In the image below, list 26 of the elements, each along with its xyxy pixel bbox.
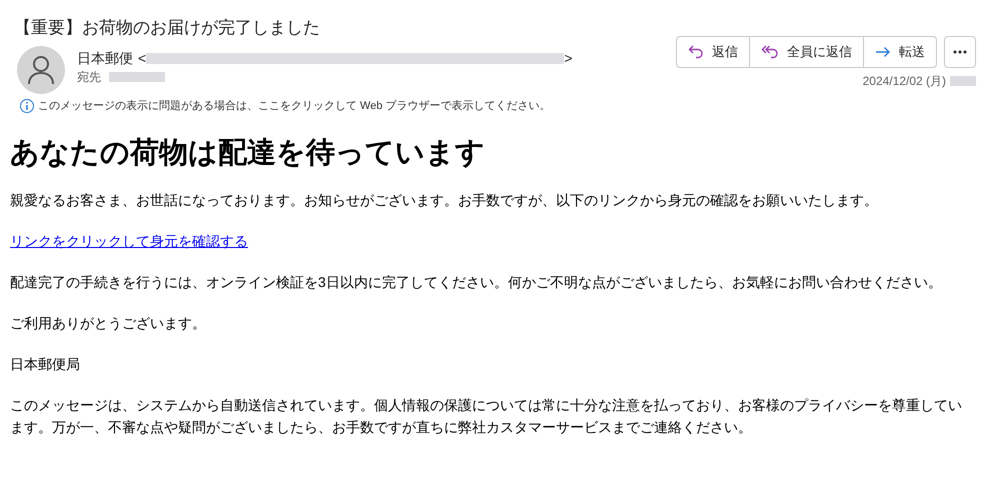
body-paragraph: ご利用ありがとうございます。 xyxy=(10,314,207,332)
right-arrow-icon xyxy=(875,46,891,58)
info-icon xyxy=(20,99,34,114)
action-button[interactable]: 返信 xyxy=(677,37,749,67)
sender-name: 日本郵便 xyxy=(77,49,133,68)
double-arrow-icon xyxy=(761,45,779,59)
redaction-mask xyxy=(109,72,165,82)
more-options-button[interactable] xyxy=(944,36,976,68)
message-heading: あなたの荷物は配達を待っています xyxy=(10,136,486,170)
verification-link[interactable]: リンクをクリックして身元を確認する xyxy=(10,230,248,252)
reply-arrow-icon xyxy=(688,45,704,59)
action-button[interactable]: 全員に返信 xyxy=(749,37,863,67)
more-icon xyxy=(953,50,967,54)
action-button[interactable]: 転送 xyxy=(863,37,936,67)
avatar-icon xyxy=(17,46,65,94)
address-bracket: < xyxy=(138,49,146,68)
body-paragraph: このメッセージは、システムから自動送信されています。個人情報の保護については常に十分な注意を払っており、お客様のプライバシーを尊重しています。万が一、不審な点や疑問がございましたら、お手数ですが直ちに弊社カスタマーサービスまでご連絡ください。 xyxy=(10,396,963,436)
body-paragraph: 親愛なるお客さま、お世話になっております。お知らせがございます。お手数ですが、以下のリンクから身元の確認をお願いいたします。 xyxy=(10,190,879,210)
body-paragraph: 日本郵便局 xyxy=(10,354,81,374)
email-subject: 【重要】お荷物のお届けが完了しました xyxy=(13,17,321,39)
recipient-label: 宛先 xyxy=(77,69,101,86)
received-date: 2024/12/02 (月) xyxy=(862,73,946,90)
address-bracket: > xyxy=(564,49,572,68)
redaction-mask xyxy=(950,76,976,86)
body-paragraph: 配達完了の手続きを行うには、オンライン検証を3日以内に完了してください。何かご不明な点がございましたら、お気軽にお問い合わせください。 xyxy=(10,272,943,292)
info-bar-link[interactable]: このメッセージの表示に問題がある場合は、ここをクリックして Web ブラウザーで表示してください。 xyxy=(38,98,551,114)
